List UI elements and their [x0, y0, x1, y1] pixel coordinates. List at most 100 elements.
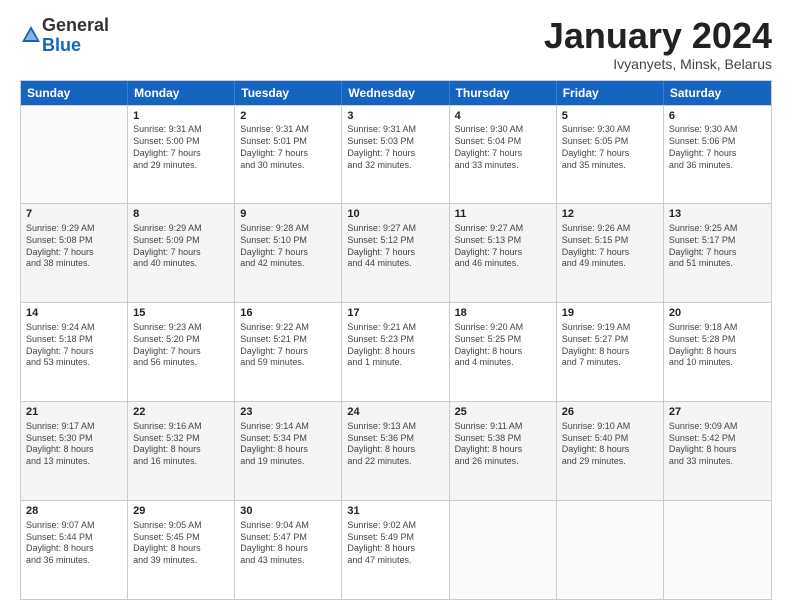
cell-info: Sunrise: 9:30 AM Sunset: 5:04 PM Dayligh…	[455, 124, 551, 171]
cell-info: Sunrise: 9:27 AM Sunset: 5:13 PM Dayligh…	[455, 223, 551, 270]
calendar-cell: 25Sunrise: 9:11 AM Sunset: 5:38 PM Dayli…	[450, 402, 557, 500]
cell-info: Sunrise: 9:02 AM Sunset: 5:49 PM Dayligh…	[347, 520, 443, 567]
calendar-cell: 1Sunrise: 9:31 AM Sunset: 5:00 PM Daylig…	[128, 106, 235, 204]
cell-day-number: 21	[26, 405, 122, 420]
calendar-header-cell: Wednesday	[342, 81, 449, 105]
calendar-cell	[557, 501, 664, 599]
cell-info: Sunrise: 9:22 AM Sunset: 5:21 PM Dayligh…	[240, 322, 336, 369]
cell-day-number: 22	[133, 405, 229, 420]
calendar-cell: 19Sunrise: 9:19 AM Sunset: 5:27 PM Dayli…	[557, 303, 664, 401]
title-block: January 2024 Ivyanyets, Minsk, Belarus	[544, 16, 772, 72]
calendar-cell: 8Sunrise: 9:29 AM Sunset: 5:09 PM Daylig…	[128, 204, 235, 302]
logo-icon	[20, 24, 42, 46]
calendar-header-cell: Tuesday	[235, 81, 342, 105]
cell-day-number: 31	[347, 504, 443, 519]
cell-info: Sunrise: 9:31 AM Sunset: 5:01 PM Dayligh…	[240, 124, 336, 171]
cell-day-number: 5	[562, 109, 658, 124]
cell-info: Sunrise: 9:16 AM Sunset: 5:32 PM Dayligh…	[133, 421, 229, 468]
logo: General Blue	[20, 16, 109, 56]
calendar-row: 7Sunrise: 9:29 AM Sunset: 5:08 PM Daylig…	[21, 203, 771, 302]
cell-info: Sunrise: 9:11 AM Sunset: 5:38 PM Dayligh…	[455, 421, 551, 468]
cell-info: Sunrise: 9:30 AM Sunset: 5:05 PM Dayligh…	[562, 124, 658, 171]
cell-day-number: 14	[26, 306, 122, 321]
cell-info: Sunrise: 9:27 AM Sunset: 5:12 PM Dayligh…	[347, 223, 443, 270]
cell-day-number: 30	[240, 504, 336, 519]
cell-info: Sunrise: 9:04 AM Sunset: 5:47 PM Dayligh…	[240, 520, 336, 567]
calendar-cell: 27Sunrise: 9:09 AM Sunset: 5:42 PM Dayli…	[664, 402, 771, 500]
cell-info: Sunrise: 9:07 AM Sunset: 5:44 PM Dayligh…	[26, 520, 122, 567]
cell-day-number: 1	[133, 109, 229, 124]
cell-info: Sunrise: 9:31 AM Sunset: 5:00 PM Dayligh…	[133, 124, 229, 171]
cell-day-number: 3	[347, 109, 443, 124]
calendar-cell: 22Sunrise: 9:16 AM Sunset: 5:32 PM Dayli…	[128, 402, 235, 500]
calendar-cell: 30Sunrise: 9:04 AM Sunset: 5:47 PM Dayli…	[235, 501, 342, 599]
cell-day-number: 4	[455, 109, 551, 124]
cell-info: Sunrise: 9:14 AM Sunset: 5:34 PM Dayligh…	[240, 421, 336, 468]
calendar-title: January 2024	[544, 16, 772, 56]
calendar-header-cell: Thursday	[450, 81, 557, 105]
calendar-row: 28Sunrise: 9:07 AM Sunset: 5:44 PM Dayli…	[21, 500, 771, 599]
cell-info: Sunrise: 9:21 AM Sunset: 5:23 PM Dayligh…	[347, 322, 443, 369]
cell-info: Sunrise: 9:18 AM Sunset: 5:28 PM Dayligh…	[669, 322, 766, 369]
calendar-cell: 4Sunrise: 9:30 AM Sunset: 5:04 PM Daylig…	[450, 106, 557, 204]
calendar-cell: 28Sunrise: 9:07 AM Sunset: 5:44 PM Dayli…	[21, 501, 128, 599]
cell-day-number: 28	[26, 504, 122, 519]
calendar-cell: 21Sunrise: 9:17 AM Sunset: 5:30 PM Dayli…	[21, 402, 128, 500]
cell-day-number: 10	[347, 207, 443, 222]
calendar-subtitle: Ivyanyets, Minsk, Belarus	[544, 56, 772, 72]
calendar-cell: 10Sunrise: 9:27 AM Sunset: 5:12 PM Dayli…	[342, 204, 449, 302]
calendar-header-cell: Saturday	[664, 81, 771, 105]
logo-text: General Blue	[42, 16, 109, 56]
calendar-cell: 6Sunrise: 9:30 AM Sunset: 5:06 PM Daylig…	[664, 106, 771, 204]
cell-info: Sunrise: 9:09 AM Sunset: 5:42 PM Dayligh…	[669, 421, 766, 468]
cell-day-number: 23	[240, 405, 336, 420]
calendar-cell: 11Sunrise: 9:27 AM Sunset: 5:13 PM Dayli…	[450, 204, 557, 302]
calendar-cell	[664, 501, 771, 599]
calendar-cell: 23Sunrise: 9:14 AM Sunset: 5:34 PM Dayli…	[235, 402, 342, 500]
cell-day-number: 17	[347, 306, 443, 321]
cell-info: Sunrise: 9:20 AM Sunset: 5:25 PM Dayligh…	[455, 322, 551, 369]
cell-info: Sunrise: 9:05 AM Sunset: 5:45 PM Dayligh…	[133, 520, 229, 567]
cell-day-number: 25	[455, 405, 551, 420]
cell-info: Sunrise: 9:17 AM Sunset: 5:30 PM Dayligh…	[26, 421, 122, 468]
calendar-cell: 2Sunrise: 9:31 AM Sunset: 5:01 PM Daylig…	[235, 106, 342, 204]
cell-info: Sunrise: 9:19 AM Sunset: 5:27 PM Dayligh…	[562, 322, 658, 369]
calendar-cell: 29Sunrise: 9:05 AM Sunset: 5:45 PM Dayli…	[128, 501, 235, 599]
cell-day-number: 18	[455, 306, 551, 321]
cell-day-number: 11	[455, 207, 551, 222]
cell-info: Sunrise: 9:31 AM Sunset: 5:03 PM Dayligh…	[347, 124, 443, 171]
cell-day-number: 7	[26, 207, 122, 222]
calendar-cell: 9Sunrise: 9:28 AM Sunset: 5:10 PM Daylig…	[235, 204, 342, 302]
logo-blue-text: Blue	[42, 35, 81, 55]
cell-info: Sunrise: 9:28 AM Sunset: 5:10 PM Dayligh…	[240, 223, 336, 270]
cell-day-number: 24	[347, 405, 443, 420]
cell-info: Sunrise: 9:24 AM Sunset: 5:18 PM Dayligh…	[26, 322, 122, 369]
calendar-cell: 5Sunrise: 9:30 AM Sunset: 5:05 PM Daylig…	[557, 106, 664, 204]
calendar-cell: 31Sunrise: 9:02 AM Sunset: 5:49 PM Dayli…	[342, 501, 449, 599]
cell-day-number: 20	[669, 306, 766, 321]
calendar-cell: 24Sunrise: 9:13 AM Sunset: 5:36 PM Dayli…	[342, 402, 449, 500]
cell-day-number: 16	[240, 306, 336, 321]
cell-day-number: 6	[669, 109, 766, 124]
cell-day-number: 9	[240, 207, 336, 222]
calendar-header-cell: Sunday	[21, 81, 128, 105]
cell-info: Sunrise: 9:26 AM Sunset: 5:15 PM Dayligh…	[562, 223, 658, 270]
cell-info: Sunrise: 9:30 AM Sunset: 5:06 PM Dayligh…	[669, 124, 766, 171]
cell-info: Sunrise: 9:29 AM Sunset: 5:09 PM Dayligh…	[133, 223, 229, 270]
page: General Blue January 2024 Ivyanyets, Min…	[0, 0, 792, 612]
cell-day-number: 15	[133, 306, 229, 321]
cell-day-number: 26	[562, 405, 658, 420]
cell-day-number: 8	[133, 207, 229, 222]
cell-info: Sunrise: 9:25 AM Sunset: 5:17 PM Dayligh…	[669, 223, 766, 270]
calendar-header-cell: Friday	[557, 81, 664, 105]
cell-day-number: 2	[240, 109, 336, 124]
calendar-header-cell: Monday	[128, 81, 235, 105]
cell-info: Sunrise: 9:10 AM Sunset: 5:40 PM Dayligh…	[562, 421, 658, 468]
calendar-cell: 17Sunrise: 9:21 AM Sunset: 5:23 PM Dayli…	[342, 303, 449, 401]
header: General Blue January 2024 Ivyanyets, Min…	[20, 16, 772, 72]
calendar-cell: 15Sunrise: 9:23 AM Sunset: 5:20 PM Dayli…	[128, 303, 235, 401]
cell-day-number: 29	[133, 504, 229, 519]
calendar-cell: 13Sunrise: 9:25 AM Sunset: 5:17 PM Dayli…	[664, 204, 771, 302]
calendar-cell: 16Sunrise: 9:22 AM Sunset: 5:21 PM Dayli…	[235, 303, 342, 401]
calendar-row: 1Sunrise: 9:31 AM Sunset: 5:00 PM Daylig…	[21, 105, 771, 204]
